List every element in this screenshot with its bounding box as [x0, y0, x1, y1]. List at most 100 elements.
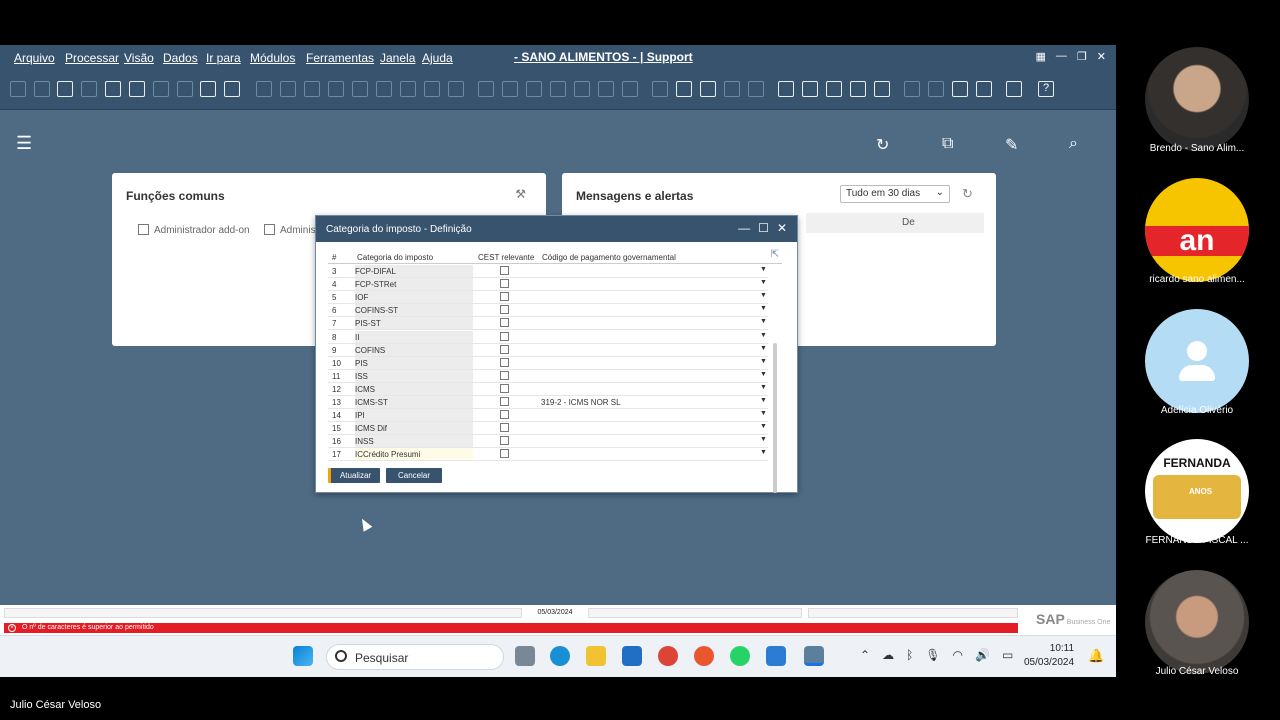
table-row[interactable]: 5 IOF ▼ — [328, 291, 768, 305]
notification-bell-icon[interactable]: 🔔 — [1088, 648, 1104, 664]
cest-checkbox[interactable] — [500, 331, 509, 341]
tool-icon[interactable] — [928, 81, 944, 97]
export-icon[interactable] — [952, 81, 968, 97]
scrollbar[interactable] — [773, 343, 777, 493]
dropdown-arrow-icon[interactable]: ▼ — [760, 423, 767, 430]
close-icon[interactable]: ✕ — [1097, 50, 1106, 63]
category-cell[interactable]: ICMS — [355, 382, 473, 395]
wrench-icon[interactable]: ⚒ — [515, 187, 526, 201]
pencil-icon[interactable] — [652, 81, 668, 97]
table-row[interactable]: 12 ICMS ▼ — [328, 382, 768, 396]
windows-start-icon[interactable] — [293, 646, 313, 666]
tool-icon[interactable] — [622, 81, 638, 97]
category-cell[interactable]: ICCrédito Presumi — [355, 448, 473, 461]
sort-icon[interactable] — [448, 81, 464, 97]
category-cell[interactable]: COFINS-ST — [355, 304, 473, 317]
tool-icon[interactable] — [574, 81, 590, 97]
category-cell[interactable]: ICMS-ST — [355, 396, 473, 408]
volume-icon[interactable]: 🔊 — [975, 648, 990, 662]
tool-icon[interactable] — [778, 81, 794, 97]
dropdown-arrow-icon[interactable]: ▼ — [760, 345, 767, 352]
tool-icon[interactable] — [598, 81, 614, 97]
table-row[interactable]: 17 ICCrédito Presumi ▼ — [328, 448, 768, 462]
sap-b1-icon[interactable] — [804, 646, 824, 666]
dropdown-arrow-icon[interactable]: ▼ — [760, 292, 767, 299]
wifi-icon[interactable]: ◠ — [953, 648, 963, 662]
menu-ir-para[interactable]: Ir para — [206, 51, 241, 65]
table-row[interactable]: 11 ISS ▼ — [328, 369, 768, 383]
app-icon[interactable] — [694, 646, 714, 666]
table-row[interactable]: 14 IPI ▼ — [328, 409, 768, 423]
menu-dados[interactable]: Dados — [163, 51, 198, 65]
cest-checkbox[interactable] — [500, 279, 509, 289]
first-record-icon[interactable] — [304, 81, 320, 97]
prev-record-icon[interactable] — [328, 81, 344, 97]
layout-icon[interactable]: ▦ — [1036, 50, 1046, 63]
table-row[interactable]: 8 II ▼ — [328, 330, 768, 344]
category-cell[interactable]: INSS — [355, 435, 473, 448]
file-explorer-icon[interactable] — [586, 646, 606, 666]
category-cell[interactable]: COFINS — [355, 343, 473, 356]
category-cell[interactable]: II — [355, 330, 473, 343]
category-cell[interactable]: IPI — [355, 409, 473, 422]
category-cell[interactable]: IOF — [355, 291, 473, 304]
tool-icon[interactable] — [280, 81, 296, 97]
table-row[interactable]: 15 ICMS Dif ▼ — [328, 422, 768, 436]
chrome-icon[interactable] — [658, 646, 678, 666]
tool-icon[interactable] — [700, 81, 716, 97]
next-record-icon[interactable] — [352, 81, 368, 97]
tool-icon[interactable] — [526, 81, 542, 97]
dropdown-arrow-icon[interactable]: ▼ — [760, 318, 767, 325]
printer-icon[interactable] — [105, 81, 121, 97]
cest-checkbox[interactable] — [500, 397, 509, 406]
dropdown-arrow-icon[interactable]: ▼ — [760, 410, 767, 417]
edge-icon[interactable] — [550, 646, 570, 666]
dropdown-arrow-icon[interactable]: ▼ — [760, 384, 767, 391]
addon-admin-link-2[interactable]: Adminis — [264, 224, 316, 236]
restore-icon[interactable]: ⧉ — [942, 135, 953, 153]
category-cell[interactable]: PIS-ST — [355, 317, 473, 330]
form-settings-icon[interactable] — [224, 81, 240, 97]
minimize-icon[interactable]: — — [738, 221, 750, 235]
dropdown-arrow-icon[interactable]: ▼ — [760, 371, 767, 378]
hamburger-menu-icon[interactable]: ☰ — [16, 133, 32, 154]
refresh-icon[interactable]: ↻ — [876, 135, 889, 155]
table-row[interactable]: 10 PIS ▼ — [328, 356, 768, 370]
maximize-icon[interactable]: ☐ — [758, 221, 769, 235]
dropdown-arrow-icon[interactable]: ▼ — [760, 266, 767, 273]
table-row[interactable]: 9 COFINS ▼ — [328, 343, 768, 357]
tool-icon[interactable] — [81, 81, 97, 97]
table-row[interactable]: 6 COFINS-ST ▼ — [328, 304, 768, 318]
search-icon[interactable]: ⌕ — [1069, 135, 1078, 153]
tool-icon[interactable] — [10, 81, 26, 97]
chevron-up-icon[interactable]: ⌃ — [860, 648, 870, 662]
refresh-icon[interactable] — [400, 81, 416, 97]
category-cell[interactable]: ICMS Dif — [355, 422, 473, 435]
tool-icon[interactable] — [256, 81, 272, 97]
cest-checkbox[interactable] — [500, 383, 509, 393]
cest-checkbox[interactable] — [500, 292, 509, 302]
pdf-icon[interactable] — [177, 81, 193, 97]
refresh-icon[interactable]: ↻ — [962, 186, 973, 202]
table-row[interactable]: 7 PIS-ST ▼ — [328, 317, 768, 331]
system-clock[interactable]: 10:11 05/03/2024 — [1024, 642, 1074, 670]
category-cell[interactable]: ISS — [355, 369, 473, 382]
close-icon[interactable]: ✕ — [777, 221, 787, 235]
menu-visao[interactable]: Visão — [124, 51, 154, 65]
cest-checkbox[interactable] — [500, 423, 509, 433]
edit-icon[interactable]: ✎ — [1005, 135, 1018, 155]
tool-icon[interactable] — [478, 81, 494, 97]
update-button[interactable]: Atualizar — [328, 468, 380, 483]
tool-icon[interactable] — [502, 81, 518, 97]
battery-icon[interactable]: ▭ — [1002, 648, 1013, 662]
cest-checkbox[interactable] — [500, 436, 509, 446]
globe-icon[interactable] — [1006, 81, 1022, 97]
cest-checkbox[interactable] — [500, 370, 509, 380]
menu-processar[interactable]: Processar — [65, 51, 119, 65]
last-record-icon[interactable] — [376, 81, 392, 97]
dropdown-arrow-icon[interactable]: ▼ — [760, 397, 767, 404]
minimize-icon[interactable]: — — [1056, 50, 1067, 63]
excel-icon[interactable] — [129, 81, 145, 97]
users-icon[interactable] — [850, 81, 866, 97]
tool-icon[interactable] — [748, 81, 764, 97]
